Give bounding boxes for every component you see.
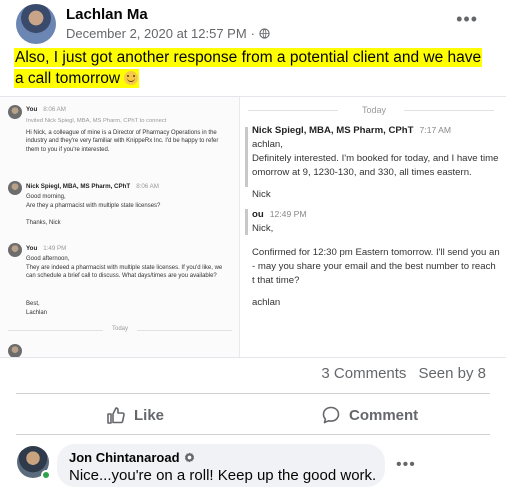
post-stats: 3 Comments Seen by 8 — [321, 365, 486, 382]
r2-name: ou — [252, 209, 264, 220]
msg1-time: 8:06 AM — [43, 106, 66, 113]
msg2-line3: Thanks, Nick — [26, 220, 61, 226]
r1-name: Nick Spiegl, MBA, MS Pharm, CPhT — [252, 125, 414, 136]
like-button[interactable]: Like — [106, 403, 164, 427]
msg3-line2: They are indeed a pharmacist with multip… — [26, 265, 223, 280]
you-avatar — [8, 105, 22, 119]
right-today-divider: Today — [242, 105, 506, 115]
msg3-time: 1:49 PM — [43, 245, 67, 252]
comment-bubble: Jon Chintanaroad Nice...you're on a roll… — [57, 444, 385, 487]
top-fan-badge-icon — [184, 452, 194, 463]
post-text-content: Also, I just got another response from a… — [15, 49, 482, 87]
r2-line4: t that time? — [252, 275, 300, 286]
facebook-post: Lachlan Ma December 2, 2020 at 12:57 PM … — [0, 0, 506, 489]
post-text: Also, I just got another response from a… — [14, 47, 489, 89]
r1-header: Nick Spiegl, MBA, MS Pharm, CPhT 7:17 AM — [252, 125, 451, 136]
r1-line4: Nick — [252, 189, 271, 200]
msg3-line4: Lachlan — [26, 310, 48, 316]
commenter-name-row: Jon Chintanaroad — [69, 450, 195, 465]
post-meta: December 2, 2020 at 12:57 PM · — [66, 26, 270, 41]
divider-2 — [16, 434, 490, 435]
r2-time: 12:49 PM — [269, 209, 307, 219]
thumbs-up-icon — [107, 407, 125, 424]
author-name[interactable]: Lachlan Ma — [66, 6, 148, 23]
msg2-time: 8:06 AM — [136, 183, 159, 190]
r1-line2: Definitely interested. I'm booked for to… — [252, 153, 499, 164]
comment-text: Nice...you're on a roll! Keep up the goo… — [69, 467, 377, 484]
msg1-invite: Invited Nick Spiegl, MBA, MS Pharm, CPhT… — [26, 118, 167, 124]
comment-button[interactable]: Comment — [321, 403, 418, 427]
smile-emoji-icon — [124, 71, 139, 85]
screenshot-right-pane: Today Nick Spiegl, MBA, MS Pharm, CPhT 7:… — [242, 97, 506, 357]
comment-label: Comment — [349, 406, 419, 424]
left-today-divider: Today — [0, 326, 239, 332]
meta-separator: · — [250, 26, 256, 41]
comment-options-button[interactable]: ••• — [396, 456, 416, 474]
msg3-line1: Good afternoon, — [26, 256, 70, 262]
online-status-dot — [41, 470, 51, 480]
r2-line2: Confirmed for 12:30 pm Eastern tomorrow.… — [252, 247, 500, 258]
msg3-header: You 1:49 PM — [26, 245, 66, 252]
you-avatar-2 — [8, 243, 22, 257]
author-avatar[interactable] — [16, 4, 56, 44]
seen-by-link[interactable]: Seen by 8 — [418, 365, 486, 382]
scroll-indicator-2 — [245, 209, 248, 235]
msg1-name: You — [26, 106, 38, 113]
scroll-indicator — [245, 127, 248, 187]
r2-header: ou 12:49 PM — [252, 209, 307, 220]
r2-line1: Nick, — [252, 223, 274, 234]
screenshot-left-pane: You 8:06 AM Invited Nick Spiegl, MBA, MS … — [0, 97, 240, 357]
attached-screenshot[interactable]: You 8:06 AM Invited Nick Spiegl, MBA, MS … — [0, 96, 506, 358]
r1-time: 7:17 AM — [419, 125, 452, 135]
msg2-line2: Are they a pharmacist with multiple stat… — [26, 203, 161, 209]
msg3-name: You — [26, 245, 38, 252]
msg3-line3: Best, — [26, 301, 40, 307]
comment-bubble-icon — [322, 406, 340, 424]
divider — [16, 393, 490, 394]
nick-avatar — [8, 181, 22, 195]
msg2-name: Nick Spiegl, MBA, MS Pharm, CPhT — [26, 183, 131, 190]
msg1-body: Hi Nick, a colleague of mine is a Direct… — [26, 130, 219, 153]
like-label: Like — [134, 406, 165, 424]
r2-line5: achlan — [252, 297, 281, 308]
commenter-name[interactable]: Jon Chintanaroad — [69, 450, 180, 465]
nick-avatar-2 — [8, 344, 22, 357]
post-timestamp[interactable]: December 2, 2020 at 12:57 PM — [66, 26, 247, 41]
comments-count-link[interactable]: 3 Comments — [321, 365, 406, 382]
r1-line3: omorrow at 9, 1230-130, and 330, all tim… — [252, 167, 472, 178]
msg1-header: You 8:06 AM — [26, 106, 66, 113]
post-options-button[interactable]: ••• — [456, 9, 478, 30]
msg2-line1: Good morning, — [26, 194, 66, 200]
audience-globe-icon[interactable] — [259, 28, 270, 39]
r1-line1: achlan, — [252, 139, 283, 150]
msg2-header: Nick Spiegl, MBA, MS Pharm, CPhT 8:06 AM — [26, 183, 159, 190]
r2-line3: - may you share your email and the best … — [252, 261, 496, 272]
